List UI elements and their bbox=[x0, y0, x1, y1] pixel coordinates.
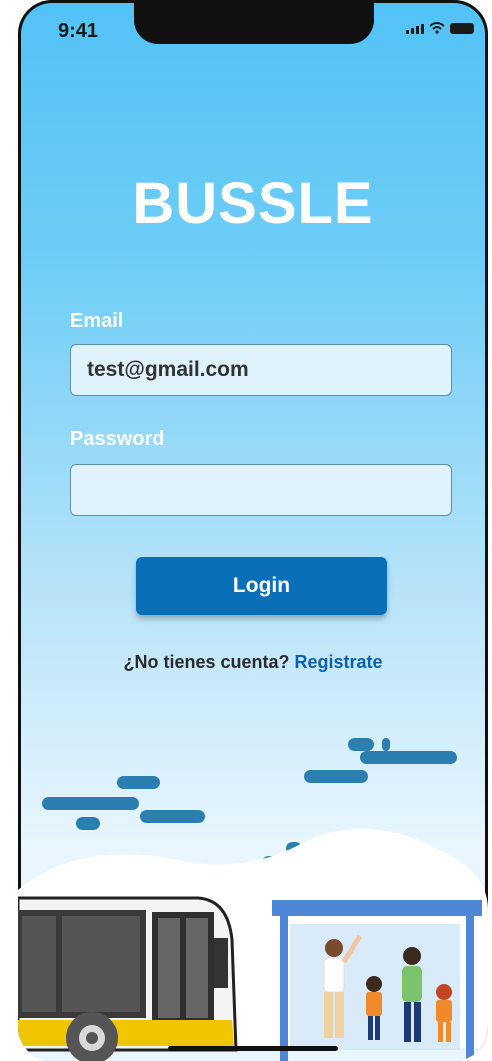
cloud-dash bbox=[348, 738, 374, 751]
password-field[interactable] bbox=[70, 464, 452, 516]
home-indicator bbox=[168, 1046, 338, 1051]
app-title: BUSSLE bbox=[132, 171, 374, 236]
status-time: 9:41 bbox=[58, 20, 99, 42]
bus-stop-illustration bbox=[18, 828, 488, 1061]
register-link[interactable]: Registrate bbox=[295, 652, 383, 672]
register-question: ¿No tienes cuenta? bbox=[123, 652, 290, 672]
password-label: Password bbox=[70, 428, 165, 450]
cloud-dash bbox=[42, 797, 139, 810]
wifi-icon bbox=[429, 22, 445, 34]
phone-screen: 9:41 BUSSLE Email test@gmail.com Passwor… bbox=[18, 0, 488, 1061]
notch bbox=[134, 0, 374, 44]
battery-icon bbox=[450, 23, 474, 34]
register-prompt: ¿No tienes cuenta? Registrate bbox=[18, 652, 488, 673]
cloud-dash bbox=[360, 751, 457, 764]
cloud-dash bbox=[117, 776, 160, 789]
email-field[interactable]: test@gmail.com bbox=[70, 344, 452, 396]
cloud-dash bbox=[304, 770, 368, 783]
cloud-dot bbox=[382, 738, 390, 751]
status-icons bbox=[406, 22, 474, 34]
email-label: Email bbox=[70, 310, 124, 332]
signal-icon bbox=[406, 24, 424, 34]
bus-icon bbox=[18, 896, 238, 1061]
login-button[interactable]: Login bbox=[136, 557, 387, 615]
